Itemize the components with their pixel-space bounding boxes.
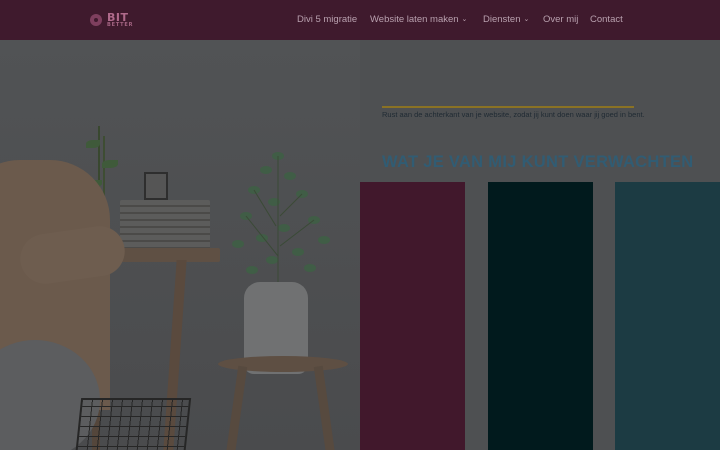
- nav-item-label: Website laten maken: [370, 14, 459, 25]
- accent-divider: [382, 106, 634, 108]
- nav-item-label: Contact: [590, 14, 623, 25]
- service-card-3: [615, 182, 720, 450]
- hero-photo: [0, 40, 360, 450]
- nav-item-diensten[interactable]: Diensten ⌄: [483, 14, 529, 25]
- nav-item-label: Divi 5 migratie: [297, 14, 358, 25]
- nav-item-label: Diensten: [483, 14, 521, 25]
- site-header: BIT BETTER Divi 5 migratie Website laten…: [0, 0, 720, 40]
- nav-item-contact[interactable]: Contact: [590, 14, 623, 25]
- nav-item-divi5[interactable]: Divi 5 migratie: [297, 14, 357, 25]
- nav-item-label: Over mij: [543, 14, 579, 25]
- photo-frame: [144, 172, 168, 200]
- nav-item-over-mij[interactable]: Over mij: [543, 14, 578, 25]
- chevron-down-icon: ⌄: [461, 16, 468, 23]
- logo-icon: [90, 13, 104, 27]
- wire-basket: [74, 398, 192, 450]
- logo-text-better: BETTER: [107, 22, 134, 28]
- section-title: WAT JE VAN MIJ KUNT VERWACHTEN: [382, 153, 694, 171]
- eucalyptus-plant: [232, 152, 330, 286]
- hero-tagline: Rust aan de achterkant van je website, z…: [382, 110, 645, 119]
- logo[interactable]: BIT BETTER: [90, 9, 140, 31]
- chevron-down-icon: ⌄: [523, 16, 530, 23]
- service-card-1: [360, 182, 465, 450]
- book-stack: [120, 200, 210, 250]
- service-card-2: [488, 182, 593, 450]
- intro-section: Rust aan de achterkant van je website, z…: [360, 40, 720, 450]
- nav-item-website-laten-maken[interactable]: Website laten maken ⌄: [370, 14, 467, 25]
